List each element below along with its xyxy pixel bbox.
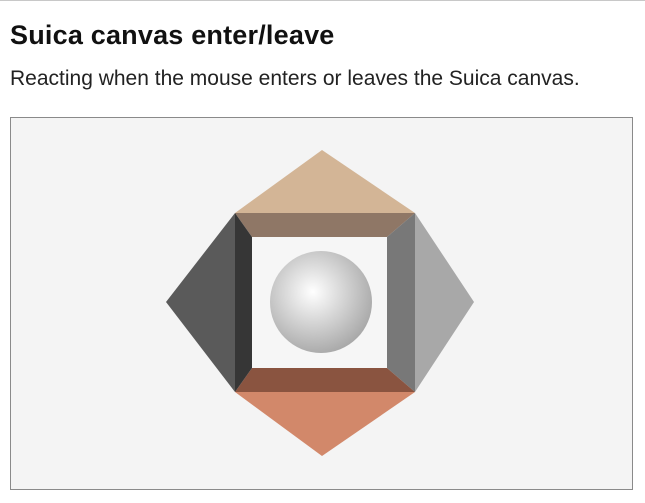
- bottom-inner-face: [235, 368, 415, 392]
- left-inner-face: [235, 213, 252, 392]
- left-outer-face: [166, 213, 235, 392]
- suica-canvas[interactable]: [10, 117, 633, 490]
- scene-svg: [166, 150, 474, 456]
- sphere[interactable]: [270, 251, 372, 353]
- top-outer-face: [235, 150, 415, 213]
- right-outer-face: [415, 213, 474, 392]
- bottom-outer-face: [235, 392, 415, 456]
- right-inner-face: [387, 213, 415, 392]
- top-divider: [0, 0, 645, 1]
- top-inner-face: [235, 213, 415, 237]
- page-title: Suica canvas enter/leave: [10, 20, 335, 50]
- page-subtitle: Reacting when the mouse enters or leaves…: [10, 67, 580, 90]
